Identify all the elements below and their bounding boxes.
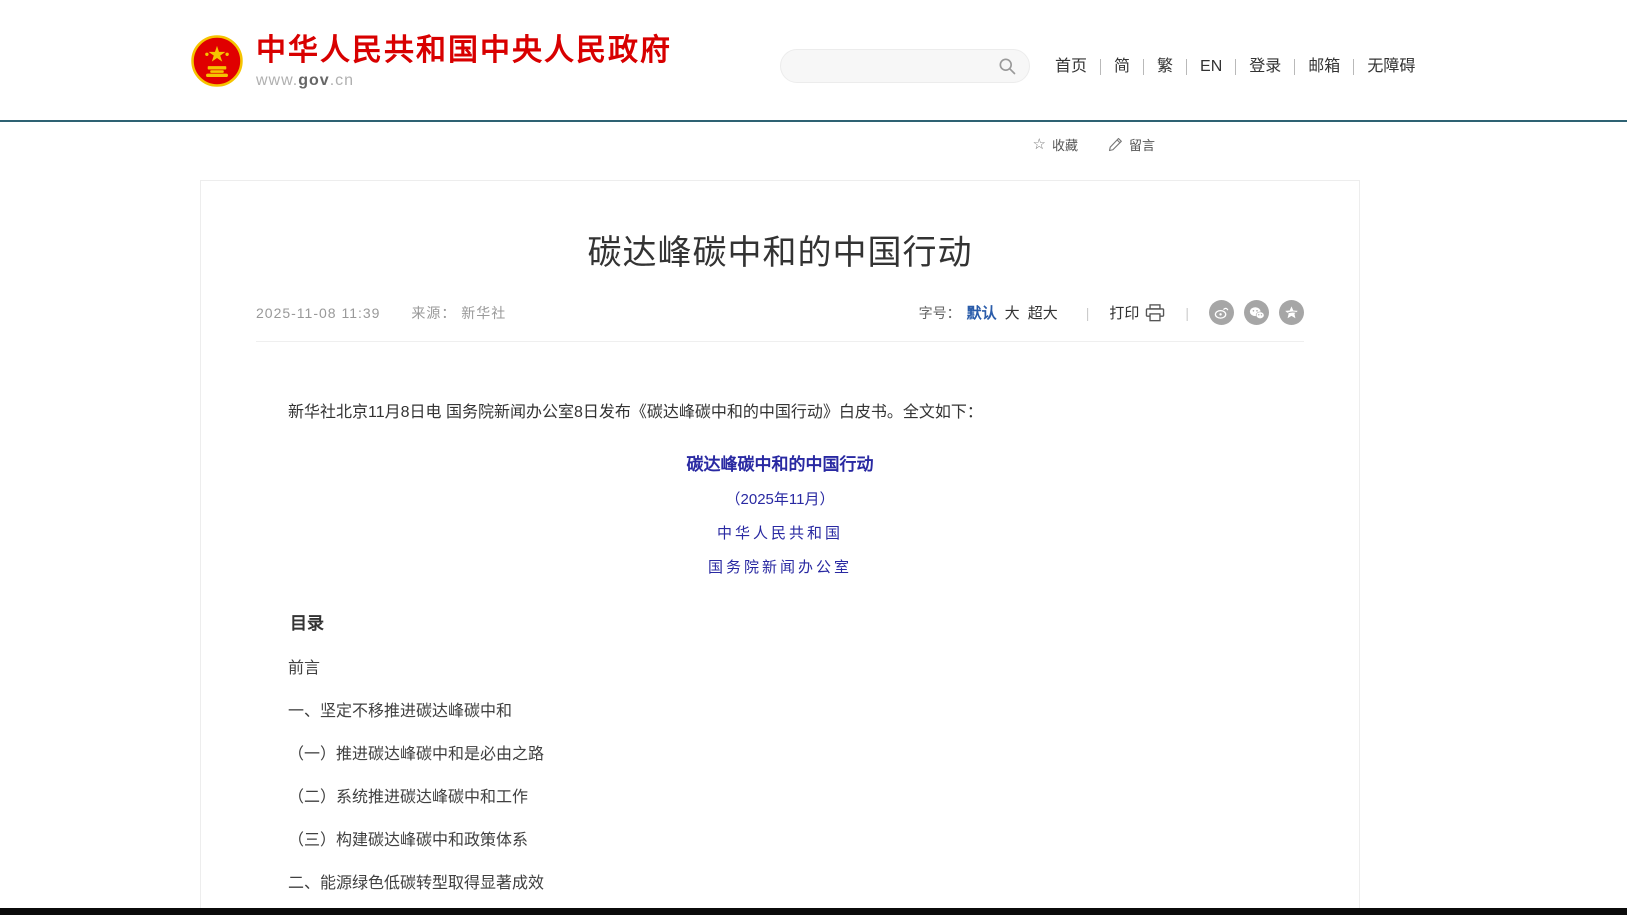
document-issuer-line1: 中华人民共和国 bbox=[256, 522, 1304, 543]
document-heading: 碳达峰碳中和的中国行动 （2025年11月） 中华人民共和国 国务院新闻办公室 bbox=[256, 450, 1304, 577]
article-meta-right: 字号： 默认 大 超大 | 打印 | bbox=[919, 300, 1304, 325]
source-label: 来源： bbox=[411, 305, 456, 321]
toc-item-section1-2: （二）系统推进碳达峰碳中和工作 bbox=[256, 790, 1304, 806]
font-size-label: 字号： bbox=[919, 303, 961, 323]
site-title: 中华人民共和国中央人民政府 bbox=[256, 34, 672, 68]
site-header: 中华人民共和国中央人民政府 www.gov.cn 首页 简 繁 EN 登录 邮箱… bbox=[0, 0, 1627, 120]
print-label: 打印 bbox=[1109, 302, 1139, 323]
nav-accessibility[interactable]: 无障碍 bbox=[1353, 59, 1428, 75]
article-date: 2025-11-08 11:39 bbox=[256, 305, 380, 321]
nav-simplified[interactable]: 简 bbox=[1100, 59, 1143, 75]
toc-item-section1-1: （一）推进碳达峰碳中和是必由之路 bbox=[256, 747, 1304, 763]
nav-home[interactable]: 首页 bbox=[1042, 59, 1100, 75]
wechat-share-button[interactable] bbox=[1244, 300, 1269, 325]
nav-mail[interactable]: 邮箱 bbox=[1294, 59, 1353, 75]
nav-login[interactable]: 登录 bbox=[1235, 59, 1294, 75]
toc-item-section1: 一、坚定不移推进碳达峰碳中和 bbox=[256, 704, 1304, 720]
meta-separator: | bbox=[1185, 305, 1189, 321]
top-nav: 首页 简 繁 EN 登录 邮箱 无障碍 bbox=[1042, 54, 1428, 80]
printer-icon bbox=[1145, 304, 1165, 322]
wechat-icon bbox=[1249, 306, 1265, 320]
nav-traditional[interactable]: 繁 bbox=[1143, 59, 1186, 75]
toc-item-section1-3: （三）构建碳达峰碳中和政策体系 bbox=[256, 833, 1304, 849]
weibo-share-button[interactable] bbox=[1209, 300, 1234, 325]
toc-item-preface: 前言 bbox=[256, 661, 1304, 677]
lead-paragraph: 新华社北京11月8日电 国务院新闻办公室8日发布《碳达峰碳中和的中国行动》白皮书… bbox=[256, 400, 1304, 426]
site-url-domain: gov bbox=[298, 72, 329, 89]
font-size-large-button[interactable]: 大 bbox=[1005, 302, 1020, 323]
national-emblem-icon bbox=[190, 34, 244, 88]
message-label: 留言 bbox=[1129, 135, 1155, 154]
toc-heading: 目录 bbox=[256, 609, 1304, 634]
article-title: 碳达峰碳中和的中国行动 bbox=[256, 225, 1304, 274]
toc-item-section2: 二、能源绿色低碳转型取得显著成效 bbox=[256, 876, 1304, 892]
star-outline-icon: ☆ bbox=[1033, 137, 1046, 152]
pencil-icon bbox=[1108, 137, 1123, 152]
site-url-suffix: .cn bbox=[330, 72, 354, 89]
message-button[interactable]: 留言 bbox=[1108, 135, 1155, 154]
share-icons bbox=[1209, 300, 1304, 325]
search-input[interactable] bbox=[793, 58, 997, 74]
site-logo[interactable]: 中华人民共和国中央人民政府 www.gov.cn bbox=[190, 34, 672, 90]
document-issuer-line2: 国务院新闻办公室 bbox=[256, 556, 1304, 577]
article-source: 新华社 bbox=[461, 305, 506, 321]
meta-separator: | bbox=[1086, 305, 1090, 321]
nav-english[interactable]: EN bbox=[1186, 59, 1235, 75]
print-button[interactable]: 打印 bbox=[1109, 302, 1165, 323]
article-meta-left: 2025-11-08 11:39 来源： 新华社 bbox=[256, 303, 506, 323]
site-url-prefix: www. bbox=[256, 72, 298, 89]
share-star-icon bbox=[1284, 305, 1299, 320]
article-meta: 2025-11-08 11:39 来源： 新华社 字号： 默认 大 超大 | 打… bbox=[256, 300, 1304, 342]
share-more-button[interactable] bbox=[1279, 300, 1304, 325]
search-icon[interactable] bbox=[997, 56, 1017, 76]
document-date-line: （2025年11月） bbox=[256, 488, 1304, 509]
search-box[interactable] bbox=[780, 49, 1030, 83]
document-title: 碳达峰碳中和的中国行动 bbox=[256, 450, 1304, 475]
font-size-default-button[interactable]: 默认 bbox=[967, 302, 997, 323]
site-url: www.gov.cn bbox=[256, 72, 672, 90]
page-actions: ☆ 收藏 留言 bbox=[0, 122, 1627, 166]
weibo-icon bbox=[1214, 305, 1229, 320]
article-card: 碳达峰碳中和的中国行动 2025-11-08 11:39 来源： 新华社 字号：… bbox=[200, 180, 1360, 915]
favorite-label: 收藏 bbox=[1052, 135, 1078, 154]
bottom-edge-bar bbox=[0, 908, 1627, 915]
font-size-xlarge-button[interactable]: 超大 bbox=[1028, 302, 1058, 323]
favorite-button[interactable]: ☆ 收藏 bbox=[1033, 135, 1078, 154]
